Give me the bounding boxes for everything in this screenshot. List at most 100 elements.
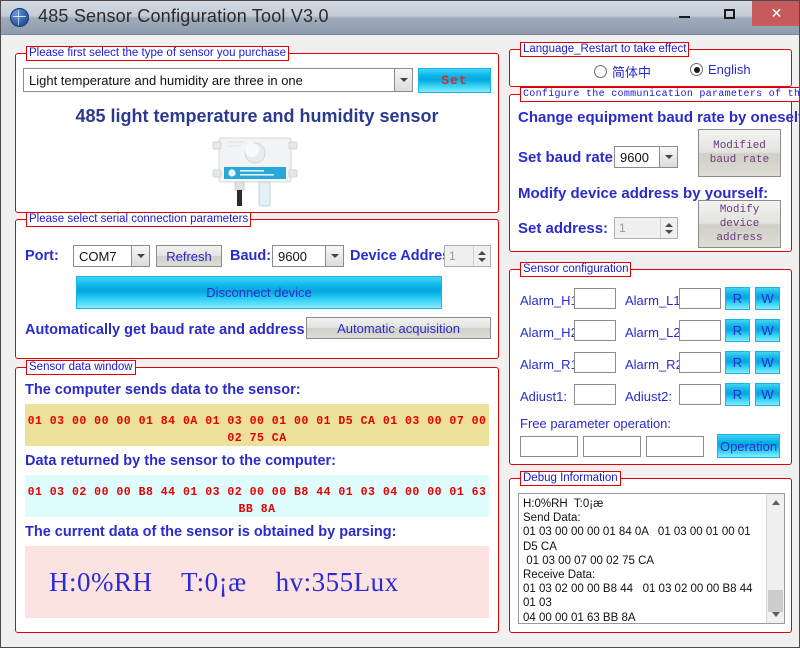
chevron-down-icon[interactable] [659,147,677,167]
baud-combo[interactable]: 9600 [272,245,344,267]
device-address-stepper[interactable]: 1 [444,245,491,267]
set-baud-label: Set baud rate: [518,149,619,166]
product-banner-title: 485 light temperature and humidity senso… [75,106,439,126]
baud-heading: Change equipment baud rate by oneself: [518,109,800,126]
sensor-type-group: Please first select the type of sensor y… [15,46,499,213]
read-button-row2-label: R [732,323,743,338]
free-parameter-input-1[interactable] [520,436,578,457]
adiust1-input[interactable] [574,384,616,405]
read-button-row3[interactable]: R [725,351,750,374]
close-icon: ✕ [770,5,783,21]
parse-data-label: The current data of the sensor is obtain… [25,524,397,540]
set-baud-combo[interactable]: 9600 [614,146,678,168]
baud-combo-value: 9600 [278,248,307,264]
set-button-label: Set [441,73,468,88]
comm-params-group: Configure the communication parameters o… [509,87,799,252]
chevron-down-icon[interactable] [131,246,149,266]
sensor-product-photo [201,136,313,208]
automatic-acquisition-label: Automatic acquisition [337,320,460,336]
sensor-type-group-title: Please first select the type of sensor y… [26,46,289,61]
automatic-acquisition-button[interactable]: Automatic acquisition [306,317,491,339]
parsed-data-panel: H:0%RH T:0¡æ hv:355Lux [25,546,489,618]
alarm-h2-label: Alarm_H2: [520,325,582,340]
write-button-row2[interactable]: W [755,319,780,342]
read-button-row2[interactable]: R [725,319,750,342]
alarm-r2-input[interactable] [679,352,721,373]
read-button-row1[interactable]: R [725,287,750,310]
chevron-up-icon[interactable] [767,494,784,511]
port-combo-value: COM7 [79,248,117,264]
serial-connection-group-title: Please select serial connection paramete… [26,212,252,227]
spinner-arrows-icon[interactable] [473,246,490,266]
maximize-button[interactable] [707,1,752,26]
chevron-down-icon[interactable] [325,246,343,266]
modify-baud-button[interactable]: Modified baud rate [698,129,781,177]
serial-connection-group: Please select serial connection paramete… [15,212,499,359]
radio-icon[interactable] [690,63,703,76]
chevron-down-icon[interactable] [767,606,784,623]
adiust1-label: Adiust1: [520,389,567,404]
set-button[interactable]: Set [418,68,491,93]
receive-data-panel: 01 03 02 00 00 B8 44 01 03 02 00 00 B8 4… [25,475,489,517]
write-button-row3[interactable]: W [755,351,780,374]
modify-address-label: Modify device address [716,204,763,244]
set-baud-value: 9600 [620,149,649,165]
language-option-chinese-label: 简体中 [612,65,652,80]
set-address-value: 1 [619,221,626,235]
alarm-r1-input[interactable] [574,352,616,373]
alarm-l2-input[interactable] [679,320,721,341]
modify-baud-label: Modified baud rate [709,140,770,166]
debug-textarea[interactable]: H:0%RH T:0¡æ Send Data: 01 03 00 00 00 0… [518,493,785,624]
adiust2-input[interactable] [679,384,721,405]
comm-params-group-title: Configure the communication parameters o… [520,87,799,102]
read-button-row4[interactable]: R [725,383,750,406]
port-combo[interactable]: COM7 [73,245,150,267]
alarm-h1-label: Alarm_H1: [520,293,582,308]
write-button-row4[interactable]: W [755,383,780,406]
radio-icon[interactable] [594,65,607,78]
adiust2-label: Adiust2: [625,389,672,404]
debug-group-title: Debug Information [520,471,621,486]
modify-address-button[interactable]: Modify device address [698,200,781,248]
set-address-stepper[interactable]: 1 [614,217,678,239]
minimize-button[interactable] [662,1,707,26]
alarm-l1-input[interactable] [679,288,721,309]
sensor-config-group-title: Sensor configuration [520,262,632,277]
close-button[interactable]: ✕ [752,1,799,26]
read-button-row4-label: R [732,387,743,402]
alarm-r2-label: Alarm_R2: [625,357,687,372]
app-window: 485 Sensor Configuration Tool V3.0 ✕ Ple… [0,0,800,648]
language-option-english[interactable]: English [690,62,751,77]
language-group: Language_Restart to take effect 简体中 Engl… [509,42,792,87]
write-button-row3-label: W [761,355,774,370]
alarm-l1-label: Alarm_L1: [625,293,685,308]
read-button-row1-label: R [732,291,743,306]
operation-button[interactable]: Operation [717,434,780,458]
operation-button-label: Operation [719,438,778,454]
disconnect-device-label: Disconnect device [206,285,312,300]
sensor-type-combo[interactable]: Light temperature and humidity are three… [23,68,413,92]
sensor-config-group: Sensor configuration Alarm_H1: Alarm_L1:… [509,262,792,465]
write-button-row1[interactable]: W [755,287,780,310]
refresh-button[interactable]: Refresh [156,245,222,267]
language-option-chinese[interactable]: 简体中 [594,62,651,81]
send-data-label: The computer sends data to the sensor: [25,382,301,398]
set-address-label: Set address: [518,220,609,237]
send-data-panel: 01 03 00 00 00 01 84 0A 01 03 00 01 00 0… [25,404,489,446]
free-parameter-input-3[interactable] [646,436,704,457]
alarm-h1-input[interactable] [574,288,616,309]
free-parameter-label: Free parameter operation: [520,416,672,431]
chevron-down-icon[interactable] [394,69,412,91]
free-parameter-input-2[interactable] [583,436,641,457]
baud-label: Baud: [230,248,272,264]
alarm-h2-input[interactable] [574,320,616,341]
spinner-arrows-icon[interactable] [660,218,677,238]
debug-text-content: H:0%RH T:0¡æ Send Data: 01 03 00 00 00 0… [523,498,753,624]
write-button-row1-label: W [761,291,774,306]
debug-scrollbar[interactable] [766,494,784,623]
maximize-icon [724,8,735,19]
port-label: Port: [25,248,59,264]
window-title: 485 Sensor Configuration Tool V3.0 [38,6,329,26]
disconnect-device-button[interactable]: Disconnect device [76,276,442,309]
refresh-button-label: Refresh [166,248,212,264]
